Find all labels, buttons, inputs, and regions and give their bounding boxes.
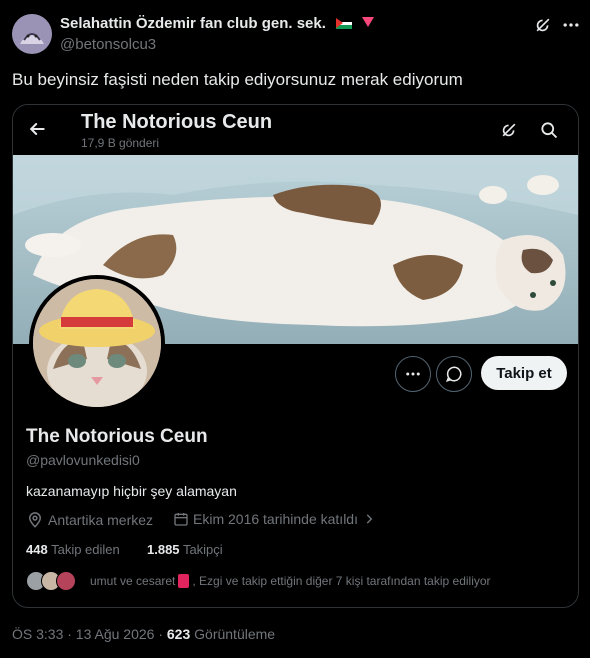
profile-bio: kazanamayıp hiçbir şey alamayan: [26, 483, 237, 499]
grok-message-button[interactable]: [436, 356, 472, 392]
location-text: Antartika merkez: [48, 512, 154, 528]
followed-by-row[interactable]: umut ve cesaret , Ezgi ve takip ettiğin …: [26, 571, 491, 591]
followed-by-name: umut ve cesaret: [90, 574, 176, 588]
grok-icon[interactable]: [533, 15, 553, 40]
follower-avatar: [56, 571, 76, 591]
following-stat[interactable]: 448 Takip edilen: [26, 542, 120, 557]
following-count: 448: [26, 542, 48, 557]
profile-handle: @pavlovunkedisi0: [26, 452, 140, 468]
tweet-footer: ÖS 3:33 · 13 Ağu 2026 · 623 Görüntüleme: [12, 626, 275, 642]
palestine-flag-icon: [336, 18, 353, 29]
joined-text: Ekim 2016 tarihinde katıldı: [193, 511, 358, 527]
location-icon: [28, 512, 42, 528]
author-handle[interactable]: @betonsolcu3: [60, 36, 156, 53]
search-icon[interactable]: [539, 120, 559, 145]
followers-label: Takipçi: [182, 542, 223, 557]
profile-top-bar: The Notorious Ceun 17,9 B gönderi: [13, 105, 578, 155]
message-icon: [445, 366, 462, 382]
followed-by-text: , Ezgi ve takip ettiğin diğer 7 kişi tar…: [192, 574, 491, 588]
profile-name: The Notorious Ceun: [26, 426, 208, 447]
author-name-row[interactable]: Selahattin Özdemir fan club gen. sek.: [60, 15, 375, 32]
red-triangle-icon: [362, 17, 375, 27]
chevron-right-icon: [366, 514, 373, 524]
follow-button[interactable]: Takip et: [481, 356, 567, 390]
calendar-icon: [174, 513, 188, 526]
more-options-button[interactable]: [395, 356, 431, 392]
more-icon[interactable]: [561, 15, 581, 40]
profile-joined[interactable]: Ekim 2016 tarihinde katıldı: [173, 511, 376, 527]
profile-location: Antartika merkez: [26, 511, 153, 529]
more-icon: [406, 372, 420, 376]
profile-avatar[interactable]: [29, 275, 165, 411]
embedded-profile-card[interactable]: The Notorious Ceun 17,9 B gönderi Takip …: [12, 104, 579, 608]
following-label: Takip edilen: [51, 542, 120, 557]
profile-header-title: The Notorious Ceun: [81, 111, 273, 133]
tweet-timestamp[interactable]: ÖS 3:33 · 13 Ağu 2026 ·: [12, 626, 167, 642]
red-book-icon: [178, 574, 190, 588]
followers-stat[interactable]: 1.885 Takipçi: [147, 542, 223, 557]
profile-header-posts: 17,9 B gönderi: [81, 136, 160, 150]
grok-icon[interactable]: [499, 120, 519, 145]
back-arrow-icon[interactable]: [27, 119, 47, 144]
views-label: Görüntüleme: [190, 626, 276, 642]
views-count: 623: [166, 626, 191, 642]
tweet-text: Bu beyinsiz faşisti neden takip ediyorsu…: [12, 70, 463, 89]
followers-count: 1.885: [147, 542, 180, 557]
author-name[interactable]: Selahattin Özdemir fan club gen. sek.: [60, 15, 326, 32]
author-avatar[interactable]: [12, 14, 52, 54]
